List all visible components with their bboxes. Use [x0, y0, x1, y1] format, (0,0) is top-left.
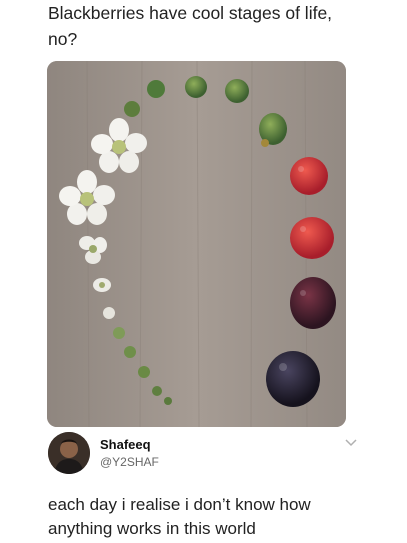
chevron-down-icon[interactable] [344, 438, 358, 448]
avatar-image [48, 432, 90, 474]
caption: Blackberries have cool stages of life, n… [48, 0, 388, 52]
avatar[interactable] [48, 432, 90, 474]
author-name[interactable]: Shafeeq [100, 437, 151, 452]
tweet-author[interactable]: Shafeeq @Y2SHAF [48, 432, 358, 476]
author-handle[interactable]: @Y2SHAF [100, 455, 159, 469]
caption-line-1: Blackberries have cool stages of life, [48, 3, 333, 23]
tweet-text-line-1: each day i realise i don’t know how [48, 495, 311, 514]
blackberry-stages-photo[interactable] [47, 61, 346, 427]
caption-line-2: no? [48, 29, 78, 49]
tweet-text-line-2: anything works in this world [48, 519, 256, 538]
photo-illustration [47, 61, 346, 427]
tweet-text: each day i realise i don’t know how anyt… [48, 493, 378, 541]
